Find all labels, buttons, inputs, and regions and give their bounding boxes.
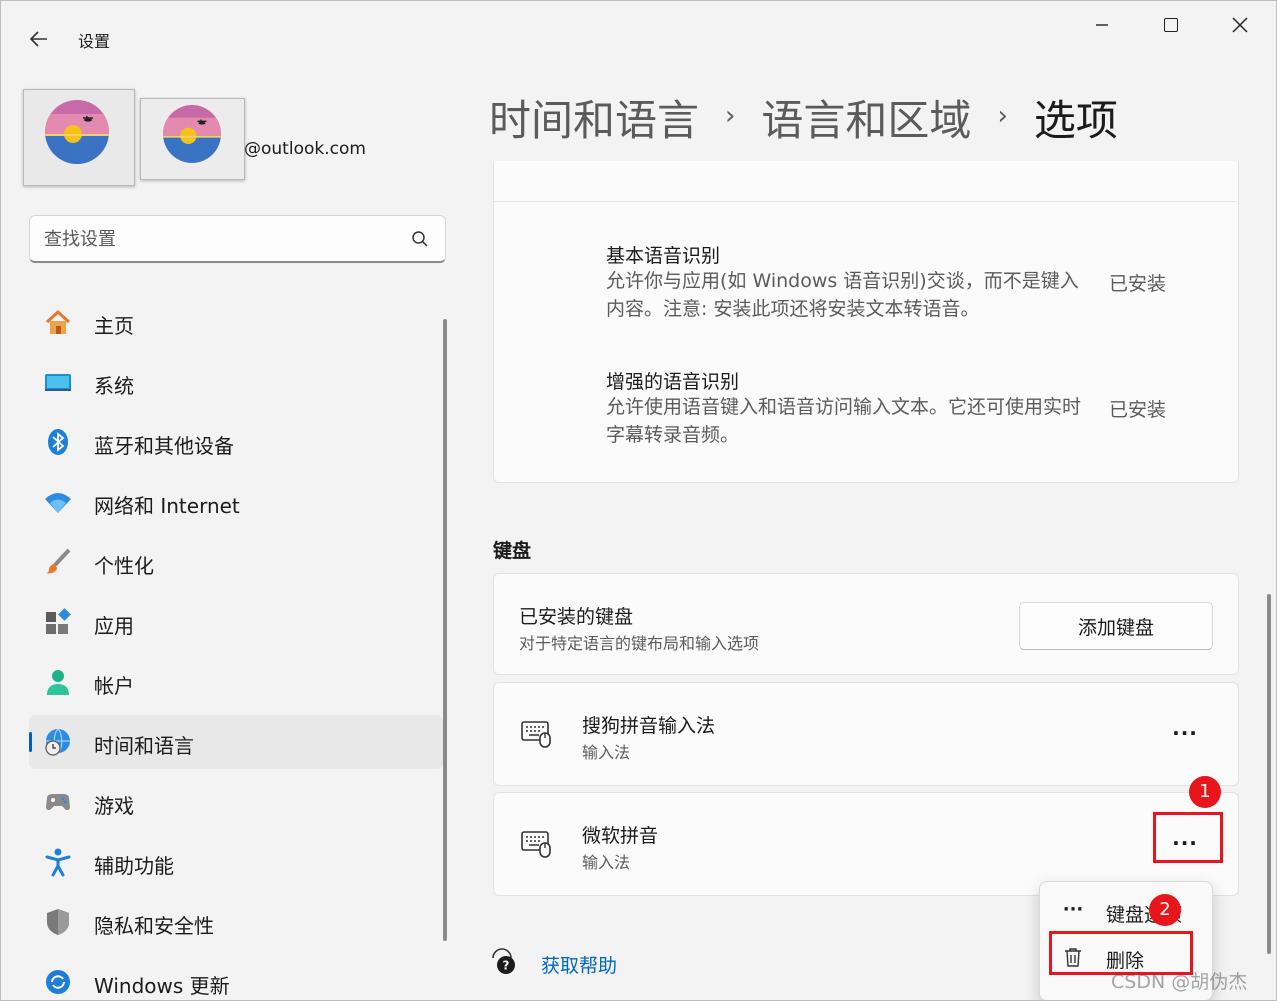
keyboard-icon xyxy=(521,831,551,858)
account-icon xyxy=(47,670,69,695)
sidebar-item-accounts[interactable]: 帐户 xyxy=(29,655,443,709)
gamepad-icon xyxy=(46,794,70,811)
back-arrow-icon xyxy=(29,31,47,47)
update-icon xyxy=(46,970,70,994)
bluetooth-icon xyxy=(48,429,68,455)
menu-item-keyboard-options[interactable]: ··· 键盘选项 xyxy=(1046,890,1208,934)
add-keyboard-button[interactable]: 添加键盘 xyxy=(1019,602,1213,650)
back-button[interactable] xyxy=(23,23,55,55)
maximize-button[interactable] xyxy=(1148,7,1194,43)
sidebar-scrollbar[interactable] xyxy=(443,319,447,941)
keyboard-section-title: 键盘 xyxy=(493,540,532,562)
brush-icon xyxy=(46,548,71,574)
sidebar-item-apps[interactable]: 应用 xyxy=(29,595,443,649)
sidebar-item-personalization[interactable]: 个性化 xyxy=(29,535,443,589)
installed-keyboards-title: 已安装的键盘 xyxy=(519,606,634,628)
avatar-card-secondary[interactable] xyxy=(140,98,245,180)
breadcrumb-time-language[interactable]: 时间和语言 xyxy=(489,87,699,148)
accessibility-icon xyxy=(45,848,71,877)
sidebar-item-label: 辅助功能 xyxy=(94,854,174,878)
sidebar-item-label: 帐户 xyxy=(94,674,134,698)
sidebar-item-label: 主页 xyxy=(94,314,134,338)
sidebar-item-windows-update[interactable]: Windows 更新 xyxy=(29,955,443,1000)
search-icon[interactable] xyxy=(411,230,429,248)
avatar-sunset-image xyxy=(163,105,221,163)
feature-description: 允许使用语音键入和语音访问输入文本。它还可使用实时字幕转录音频。 xyxy=(606,396,1082,446)
wifi-icon xyxy=(45,493,71,513)
feature-title: 基本语音识别 xyxy=(606,245,721,267)
avatar-card[interactable] xyxy=(23,89,135,186)
breadcrumb-separator: › xyxy=(997,100,1008,131)
selected-indicator xyxy=(29,732,32,752)
installed-keyboards-description: 对于特定语言的键布局和输入选项 xyxy=(519,634,760,653)
title-bar: 设置 xyxy=(1,1,1276,73)
sidebar-item-label: 应用 xyxy=(94,614,134,638)
keyboard-type: 输入法 xyxy=(582,743,631,762)
settings-window: 设置 @outlook.com 查找设置 主页 系统 蓝牙和其他设备 网络和 I… xyxy=(0,0,1277,1001)
sidebar-item-label: 游戏 xyxy=(94,794,134,818)
page-title: 选项 xyxy=(1033,96,1118,145)
divider xyxy=(494,201,1238,202)
annotation-highlight-more-button xyxy=(1153,812,1223,863)
maximize-icon xyxy=(1164,18,1178,32)
home-icon xyxy=(45,309,71,334)
avatar xyxy=(45,100,109,164)
sidebar-item-time-language[interactable]: 时间和语言 xyxy=(29,715,443,769)
minimize-icon xyxy=(1096,24,1108,26)
annotation-badge-2: 2 xyxy=(1149,894,1181,926)
avatar xyxy=(163,105,221,163)
sidebar-item-label: 网络和 Internet xyxy=(94,494,240,518)
breadcrumb: 时间和语言 › 语言和区域 › 选项 xyxy=(489,87,1118,148)
breadcrumb-language-region[interactable]: 语言和区域 xyxy=(761,87,971,148)
feature-status: 已安装 xyxy=(1109,399,1167,421)
shield-icon xyxy=(47,909,69,935)
keyboard-icon xyxy=(521,721,551,748)
sidebar-item-gaming[interactable]: 游戏 xyxy=(29,775,443,829)
content-scrollbar[interactable] xyxy=(1267,594,1271,954)
app-title: 设置 xyxy=(78,32,111,51)
sidebar-item-bluetooth[interactable]: 蓝牙和其他设备 xyxy=(29,415,443,469)
speech-features-card: 基本语音识别 允许你与应用(如 Windows 语音识别)交谈，而不是键入内容。… xyxy=(493,161,1239,483)
search-input[interactable] xyxy=(44,226,394,252)
sidebar-item-accessibility[interactable]: 辅助功能 xyxy=(29,835,443,889)
minimize-button[interactable] xyxy=(1079,7,1125,43)
installed-keyboards-card: 已安装的键盘 对于特定语言的键布局和输入选项 添加键盘 xyxy=(493,573,1239,675)
sidebar-item-label: 蓝牙和其他设备 xyxy=(94,434,234,458)
sidebar-item-label: Windows 更新 xyxy=(94,974,230,998)
sidebar-item-privacy[interactable]: 隐私和安全性 xyxy=(29,895,443,949)
sidebar-item-label: 系统 xyxy=(94,374,134,398)
help-icon: ? xyxy=(492,948,515,974)
system-icon xyxy=(45,374,71,391)
breadcrumb-separator: › xyxy=(725,100,736,131)
get-help-link[interactable]: 获取帮助 xyxy=(541,951,617,978)
keyboard-name: 搜狗拼音输入法 xyxy=(582,715,716,737)
sidebar-item-system[interactable]: 系统 xyxy=(29,355,443,409)
sidebar-nav: 主页 系统 蓝牙和其他设备 网络和 Internet 个性化 应用 帐户 时间和… xyxy=(29,295,443,1000)
svg-text:?: ? xyxy=(503,959,510,973)
avatar-sunset-image xyxy=(45,100,109,164)
sidebar-item-label: 隐私和安全性 xyxy=(94,914,214,938)
more-options-button[interactable]: ··· xyxy=(1162,713,1208,757)
feature-description: 允许你与应用(如 Windows 语音识别)交谈，而不是键入内容。注意: 安装此… xyxy=(606,270,1079,320)
sidebar-item-label: 个性化 xyxy=(94,554,154,578)
sidebar-item-home[interactable]: 主页 xyxy=(29,295,443,349)
watermark: CSDN @胡伪杰 xyxy=(1111,971,1248,993)
sidebar-item-network[interactable]: 网络和 Internet xyxy=(29,475,443,529)
keyboard-name: 微软拼音 xyxy=(582,825,659,847)
apps-icon xyxy=(46,608,71,634)
account-email: @outlook.com xyxy=(244,139,366,159)
more-icon: ··· xyxy=(1062,899,1084,920)
close-button[interactable] xyxy=(1217,7,1263,43)
search-box[interactable] xyxy=(29,215,446,263)
keyboard-item-sogou: 搜狗拼音输入法 输入法 ··· xyxy=(493,682,1239,786)
time-language-icon xyxy=(45,728,70,756)
close-icon xyxy=(1232,17,1248,33)
keyboard-type: 输入法 xyxy=(582,853,631,872)
annotation-badge-1: 1 xyxy=(1189,776,1221,808)
sidebar-item-label: 时间和语言 xyxy=(94,734,194,758)
feature-title: 增强的语音识别 xyxy=(606,371,740,393)
feature-status: 已安装 xyxy=(1109,273,1167,295)
